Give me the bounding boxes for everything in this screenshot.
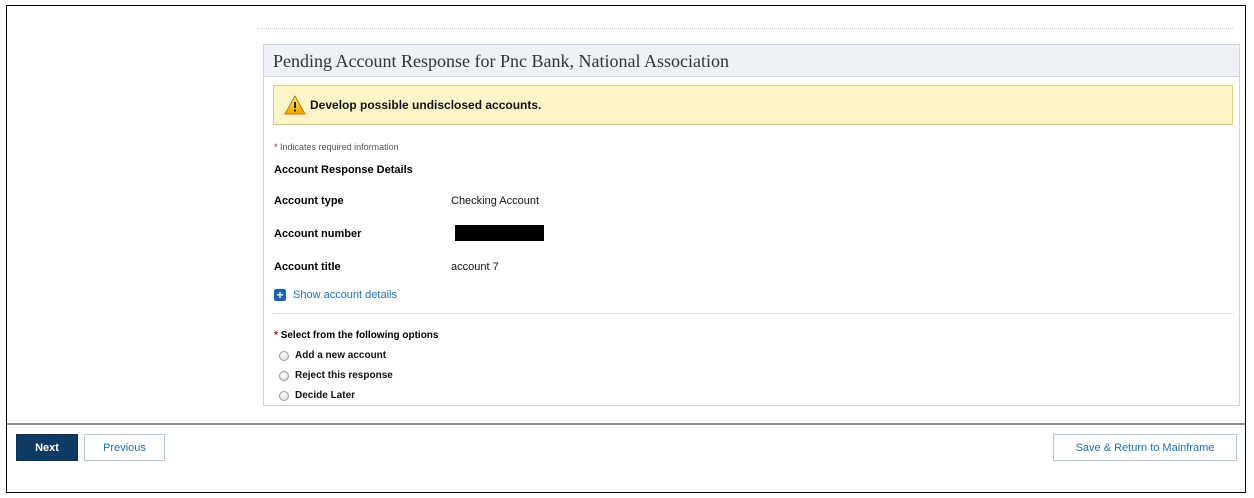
- show-account-details-link[interactable]: + Show account details: [274, 289, 397, 301]
- radio-button[interactable]: [279, 370, 289, 381]
- options-required-star: *: [274, 330, 278, 341]
- save-return-button[interactable]: Save & Return to Mainframe: [1053, 434, 1237, 461]
- option-label: Decide Later: [295, 390, 356, 401]
- plus-icon: +: [274, 289, 286, 301]
- account-type-value: Checking Account: [451, 195, 540, 207]
- warning-alert: Develop possible undisclosed accounts.: [273, 85, 1233, 125]
- radio-button[interactable]: [279, 350, 289, 361]
- alert-message: Develop possible undisclosed accounts.: [310, 98, 542, 112]
- section-title: Account Response Details: [274, 164, 413, 176]
- required-note-text: Indicates required information: [280, 142, 399, 152]
- previous-button[interactable]: Previous: [84, 434, 165, 461]
- option-label: Reject this response: [295, 370, 393, 381]
- radio-button[interactable]: [279, 390, 289, 401]
- next-button[interactable]: Next: [16, 434, 78, 461]
- warning-icon: [284, 95, 306, 115]
- required-note: * Indicates required information: [274, 142, 399, 152]
- show-account-details-label: Show account details: [293, 289, 397, 301]
- pending-account-panel: Pending Account Response for Pnc Bank, N…: [263, 44, 1240, 406]
- option-label: Add a new account: [295, 350, 387, 361]
- option-reject-response[interactable]: Reject this response: [279, 370, 393, 381]
- options-title: * Select from the following options: [274, 330, 438, 341]
- panel-title: Pending Account Response for Pnc Bank, N…: [264, 45, 1239, 77]
- options-title-text: Select from the following options: [280, 330, 439, 341]
- account-number-redacted: [455, 225, 544, 241]
- account-title-label: Account title: [274, 261, 341, 273]
- account-number-label: Account number: [274, 228, 362, 240]
- footer-divider: [7, 423, 1245, 425]
- option-add-new-account[interactable]: Add a new account: [279, 350, 386, 361]
- option-decide-later[interactable]: Decide Later: [279, 390, 355, 401]
- account-title-value: account 7: [451, 261, 499, 273]
- top-divider: [257, 28, 1233, 29]
- options-divider: [272, 313, 1234, 314]
- required-star: *: [274, 142, 278, 152]
- account-type-label: Account type: [274, 195, 344, 207]
